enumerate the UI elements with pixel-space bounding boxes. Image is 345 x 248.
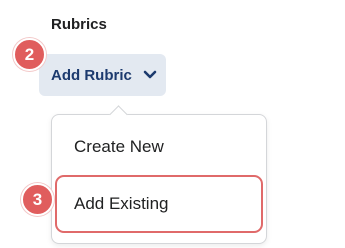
add-rubric-button[interactable]: Add Rubric — [39, 54, 166, 96]
step-badge-3: 3 — [21, 183, 54, 216]
chevron-down-icon — [142, 69, 158, 81]
menu-item-create-new[interactable]: Create New — [52, 129, 266, 165]
add-rubric-label: Add Rubric — [51, 66, 132, 84]
rubrics-heading: Rubrics — [51, 16, 107, 33]
menu-item-add-existing[interactable]: Add Existing — [55, 175, 263, 233]
rubrics-panel: Rubrics Add Rubric 2 Create New Add Exis… — [0, 0, 345, 248]
add-rubric-dropdown-menu: Create New Add Existing — [51, 114, 267, 244]
step-badge-2: 2 — [13, 38, 46, 71]
